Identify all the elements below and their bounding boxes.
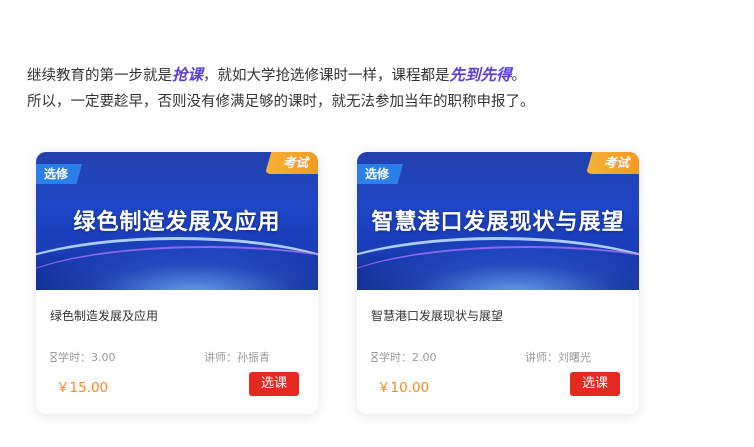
select-course-button[interactable]: 选课 (249, 372, 299, 396)
exam-tag: 考试 (585, 152, 639, 174)
select-course-button[interactable]: 选课 (570, 372, 620, 396)
intro-text: 继续教育的第一步就是抢课，就如大学抢选修课时一样，课程都是先到先得。 所以，一定… (27, 62, 535, 115)
course-banner[interactable]: 绿色制造发展及应用 选修 考试 (36, 152, 318, 290)
hourglass-icon (371, 352, 378, 362)
course-teacher: 讲师：刘曙光 (525, 351, 591, 364)
course-name[interactable]: 绿色制造发展及应用 (50, 307, 158, 324)
course-hours-text: 学时：3.00 (58, 351, 116, 364)
highlight-first-come: 先到先得 (449, 66, 512, 84)
course-hours: 学时：2.00 (371, 349, 437, 365)
course-price: ￥10.00 (377, 380, 430, 396)
intro-line-1-part-3: 。 (511, 68, 527, 84)
exam-tag: 考试 (264, 152, 318, 174)
hourglass-icon (50, 352, 57, 362)
course-banner[interactable]: 智慧港口发展现状与展望 选修 考试 (357, 152, 639, 290)
intro-line-2: 所以，一定要趁早，否则没有修满足够的课时，就无法参加当年的职称申报了。 (27, 94, 535, 110)
elective-tag: 选修 (357, 164, 404, 184)
banner-title: 智慧港口发展现状与展望 (371, 210, 625, 235)
course-hours-text: 学时：2.00 (379, 351, 437, 364)
course-name[interactable]: 智慧港口发展现状与展望 (371, 307, 503, 324)
course-teacher: 讲师：孙振青 (204, 351, 270, 364)
course-hours: 学时：3.00 (50, 349, 116, 365)
highlight-grab-course: 抢课 (172, 66, 204, 84)
intro-line-1-part-1: 继续教育的第一步就是 (27, 68, 172, 84)
banner-title: 绿色制造发展及应用 (73, 210, 281, 235)
intro-line-1-part-2: ，就如大学抢选修课时一样，课程都是 (203, 68, 450, 84)
intro-line-1: 继续教育的第一步就是抢课，就如大学抢选修课时一样，课程都是先到先得。 (27, 62, 535, 89)
course-price: ￥15.00 (56, 380, 109, 396)
elective-tag: 选修 (36, 164, 83, 184)
course-card[interactable]: 智慧港口发展现状与展望 选修 考试 智慧港口发展现状与展望 学时：2.00 讲师… (357, 152, 639, 414)
course-card[interactable]: 绿色制造发展及应用 选修 考试 绿色制造发展及应用 学时：3.00 讲师：孙振青… (36, 152, 318, 414)
